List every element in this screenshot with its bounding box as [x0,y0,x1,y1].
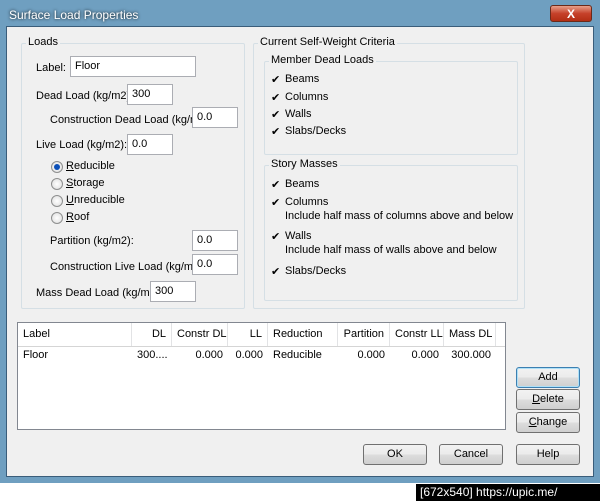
member-dead-loads-group: Member Dead Loads ✔ Beams ✔ Columns ✔ Wa… [264,54,518,155]
story-walls-label: Walls [285,230,312,242]
ok-button[interactable]: OK [363,444,427,465]
radio-roof[interactable] [51,212,63,224]
col-constr-ll-header[interactable]: Constr LL [390,323,444,346]
self-weight-criteria-group: Current Self-Weight Criteria Member Dead… [253,36,525,309]
construction-dead-field[interactable]: 0.0 [192,107,238,128]
col-reduction-header[interactable]: Reduction [268,323,338,346]
check-icon: ✔ [271,109,281,121]
criteria-group-title: Current Self-Weight Criteria [258,36,397,48]
partition-caption: Partition (kg/m2): [50,235,134,247]
member-dead-loads-title: Member Dead Loads [269,54,376,66]
partition-field[interactable]: 0.0 [192,230,238,251]
live-load-field[interactable]: 0.0 [127,134,173,155]
check-icon: ✔ [271,126,281,138]
cell-dl: 300.... [137,349,168,361]
radio-storage-label: Storage [66,177,105,189]
delete-button[interactable]: Delete [516,389,580,410]
story-columns-note: Include half mass of columns above and b… [285,210,514,222]
check-icon: ✔ [271,266,281,278]
radio-unreducible-label: Unreducible [66,194,125,206]
loads-group: Loads Label: Floor Dead Load (kg/m2): 30… [21,36,245,309]
dead-load-field[interactable]: 300 [127,84,173,105]
cell-ll: 0.000 [235,349,263,361]
col-label-header[interactable]: Label [18,323,132,346]
close-button[interactable]: X [550,5,592,22]
member-walls-label: Walls [285,108,312,120]
window-title: Surface Load Properties [9,8,139,22]
check-icon: ✔ [271,197,281,209]
dead-load-caption: Dead Load (kg/m2): [36,90,134,102]
story-columns-label: Columns [285,196,329,208]
table-header: Label DL Constr DL LL Reduction Partitio… [18,323,505,347]
live-load-caption: Live Load (kg/m2): [36,139,128,151]
col-mass-dl-header[interactable]: Mass DL [444,323,496,346]
member-slabs-label: Slabs/Decks [285,125,347,137]
check-icon: ✔ [271,92,281,104]
cell-mass-dl: 300.000 [451,349,491,361]
check-icon: ✔ [271,179,281,191]
help-button[interactable]: Help [516,444,580,465]
label-field[interactable]: Floor [70,56,196,77]
col-partition-header[interactable]: Partition [338,323,390,346]
check-icon: ✔ [271,231,281,243]
radio-storage[interactable] [51,178,63,190]
cell-label: Floor [23,349,49,361]
label-caption: Label: [36,62,66,74]
radio-reducible[interactable] [51,161,63,173]
radio-reducible-label: Reducible [66,160,115,172]
construction-dead-caption: Construction Dead Load (kg/m2): [50,114,213,126]
loads-group-title: Loads [26,36,60,48]
col-ll-header[interactable]: LL [228,323,268,346]
title-bar: Surface Load Properties X [6,4,594,24]
story-beams-label: Beams [285,178,320,190]
radio-unreducible[interactable] [51,195,63,207]
watermark-text: [672x540] https://upic.me/ [416,484,600,501]
change-button[interactable]: Change [516,412,580,433]
construction-live-caption: Construction Live Load (kg/m2): [50,261,206,273]
cancel-button[interactable]: Cancel [439,444,503,465]
story-masses-title: Story Masses [269,158,340,170]
close-icon: X [566,7,575,21]
cell-constr-dl: 0.000 [195,349,223,361]
col-constr-dl-header[interactable]: Constr DL [172,323,228,346]
mass-dead-caption: Mass Dead Load (kg/m2): [36,287,163,299]
story-masses-group: Story Masses ✔ Beams ✔ Columns Include h… [264,158,518,301]
add-button[interactable]: Add [516,367,580,388]
table-row[interactable]: Floor 300.... 0.000 0.000 Reducible 0.00… [18,347,505,364]
cell-reduction: Reducible [273,349,322,361]
member-columns-label: Columns [285,91,329,103]
cell-partition: 0.000 [357,349,385,361]
radio-roof-label: Roof [66,211,90,223]
story-slabs-label: Slabs/Decks [285,265,347,277]
mass-dead-field[interactable]: 300 [150,281,196,302]
cell-constr-ll: 0.000 [411,349,439,361]
check-icon: ✔ [271,74,281,86]
construction-live-field[interactable]: 0.0 [192,254,238,275]
col-dl-header[interactable]: DL [132,323,172,346]
loads-table[interactable]: Label DL Constr DL LL Reduction Partitio… [17,322,506,430]
story-walls-note: Include half mass of walls above and bel… [285,244,497,256]
member-beams-label: Beams [285,73,320,85]
